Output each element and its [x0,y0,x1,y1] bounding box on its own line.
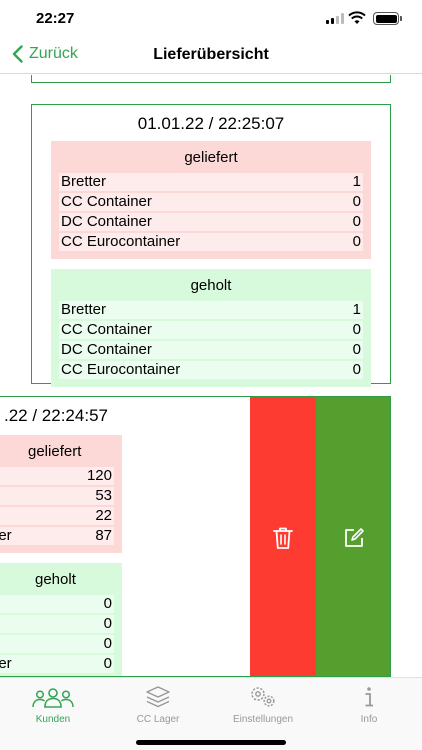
table-row: CC Container 0 [59,321,363,339]
wifi-icon [348,11,366,24]
delivered-section: geliefert Bretter 1 CC Container 0 DC Cont… [51,141,371,259]
table-row: 53 [0,487,114,505]
home-indicator [136,740,286,745]
table-row: DC Container 0 [59,341,363,359]
delete-button[interactable] [250,397,316,676]
table-row: 0 [0,615,114,633]
delivery-card[interactable]: .22 / 22:24:57 geliefert 120 53 22 ner87… [0,397,141,676]
delivery-list[interactable]: 01.01.22 / 22:25:07 geliefert Bretter 1 C… [0,75,422,677]
status-bar: 22:27 [0,0,422,38]
edit-icon [344,527,364,547]
layers-icon [146,686,170,708]
people-icon [32,688,74,708]
swiped-delivery-row[interactable]: .22 / 22:24:57 geliefert 120 53 22 ner87… [0,396,391,677]
battery-icon [373,12,399,25]
table-row: 0 [0,595,114,613]
table-row: CC Eurocontainer 0 [59,233,363,251]
tab-info[interactable]: Info [319,684,419,725]
table-row: Bretter 1 [59,301,363,319]
navigation-bar: Zurück Lieferübersicht [0,38,422,74]
collected-section: geholt Bretter 1 CC Container 0 DC Contain… [51,269,371,387]
table-row: CC Container 0 [59,193,363,211]
info-icon [365,687,373,707]
table-row: CC Eurocontainer 0 [59,361,363,379]
table-row: DC Container 0 [59,213,363,231]
table-row: 120 [0,467,114,485]
delivery-card-partial[interactable] [31,75,391,83]
page-title: Lieferübersicht [153,46,269,63]
tab-label: Einstellungen [232,714,294,725]
collected-title: geholt [35,571,76,588]
tab-einstellungen[interactable]: Einstellungen [213,684,313,725]
cellular-signal-icon [326,13,344,24]
delivery-date: .22 / 22:24:57 [4,406,108,425]
tab-label: Kunden [35,714,71,725]
delivery-card[interactable]: 01.01.22 / 22:25:07 geliefert Bretter 1 C… [31,104,391,387]
delivered-section: geliefert 120 53 22 ner87 [0,435,122,553]
edit-button[interactable] [316,397,390,676]
status-time: 22:27 [36,10,75,27]
gears-icon [251,687,275,707]
table-row: ner0 [0,655,114,673]
tab-kunden[interactable]: Kunden [3,684,103,725]
table-row: 22 [0,507,114,525]
tab-label: Info [360,714,378,725]
collected-title: geholt [190,277,232,294]
tab-label: CC Lager [136,714,180,725]
delivery-date: 01.01.22 / 22:25:07 [137,114,285,133]
table-row: ner87 [0,527,114,545]
delivered-title: geliefert [184,149,238,166]
trash-icon [273,527,293,549]
table-row: 0 [0,635,114,653]
collected-section: geholt 0 0 0 ner0 [0,563,122,676]
table-row: Bretter 1 [59,173,363,191]
tab-cc-lager[interactable]: CC Lager [108,684,208,725]
delivered-title: geliefert [28,443,82,460]
